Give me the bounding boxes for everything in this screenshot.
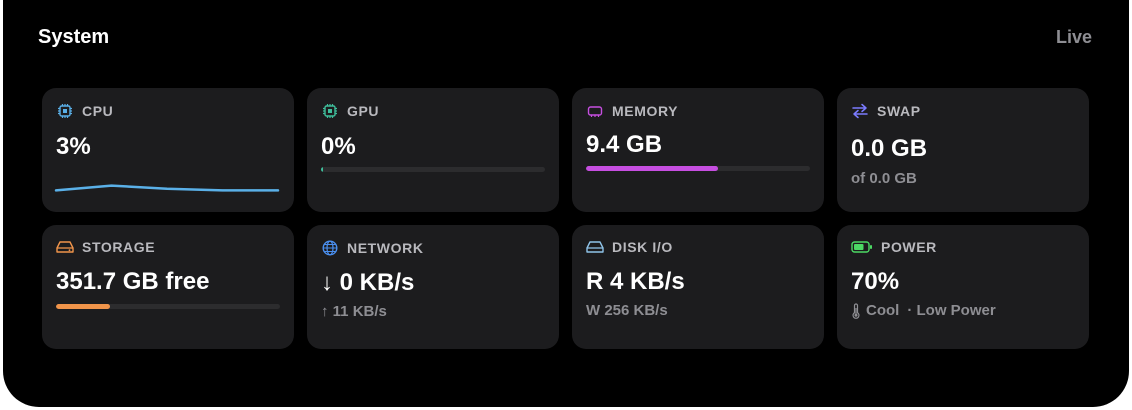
swap-value: 0.0 GB [851,135,928,162]
cpu-label: CPU [82,103,114,119]
disk-io-card[interactable]: DISK I/O R 4 KB/s W 256 KB/s [572,225,824,349]
storage-value: 351.7 GB free [56,268,210,295]
gpu-value: 0% [321,133,356,160]
swap-card[interactable]: SWAP 0.0 GB of 0.0 GB [837,88,1089,212]
cpu-value: 3% [56,133,91,160]
thermal-state: Cool [866,302,900,319]
cpu-chip-icon [56,102,74,120]
disk-io-label: DISK I/O [612,239,673,255]
swap-arrows-icon [851,102,869,120]
memory-value: 9.4 GB [586,131,663,158]
gpu-usage-bar [321,167,545,172]
memory-usage-fill [586,166,719,171]
disk-write-value: W 256 KB/s [586,302,668,319]
storage-label: STORAGE [82,239,156,255]
disk-read-value: R 4 KB/s [586,268,685,295]
network-upload-value: ↑ 11 KB/s [321,303,387,320]
gpu-card[interactable]: GPU 0% [307,88,559,212]
disk-icon [586,238,604,256]
drive-icon [56,238,74,256]
network-card[interactable]: NETWORK ↓ 0 KB/s ↑ 11 KB/s [307,225,559,349]
memory-label: MEMORY [612,103,679,119]
power-card[interactable]: POWER 70% Cool · Low Power [837,225,1089,349]
live-status: Live [1055,27,1092,47]
gpu-chip-icon [321,102,339,120]
system-widget: System Live CPU 3% GPU 0% MEMORY 9.4 GB … [3,0,1129,407]
power-label: POWER [881,239,937,255]
power-mode: · Low Power [907,302,996,319]
battery-percent: 70% [851,268,900,295]
power-status-row: Cool · Low Power [851,302,996,319]
widget-title: System [38,26,110,48]
gpu-usage-fill [321,167,324,172]
storage-usage-bar [56,304,280,309]
globe-icon [321,239,339,257]
swap-label: SWAP [877,103,921,119]
swap-total: of 0.0 GB [851,170,917,187]
cpu-card[interactable]: CPU 3% [42,88,294,212]
battery-icon [851,238,873,256]
storage-card[interactable]: STORAGE 351.7 GB free [42,225,294,349]
gpu-label: GPU [347,103,380,119]
network-download-value: ↓ 0 KB/s [321,269,415,296]
network-label: NETWORK [347,240,424,256]
thermometer-icon [851,302,861,319]
memory-card[interactable]: MEMORY 9.4 GB [572,88,824,212]
storage-usage-fill [56,304,110,309]
memory-module-icon [586,102,604,120]
memory-usage-bar [586,166,810,171]
cpu-sparkline [54,184,280,192]
